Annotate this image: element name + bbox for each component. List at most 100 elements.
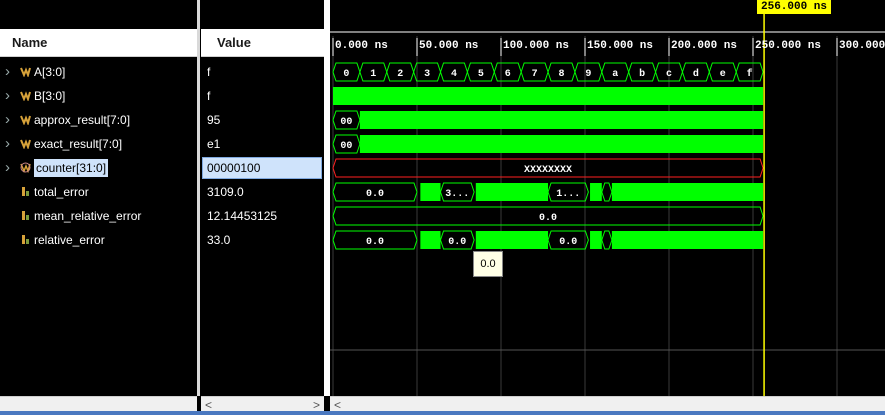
wave-value-label: 0.0 [366,189,384,200]
cursor-time-label: 256.000 ns [757,0,832,14]
signal-name: mean_relative_error [34,209,142,223]
signal-name: total_error [34,185,89,199]
wave-value-label: 00 [340,117,352,128]
wave-fill [359,111,764,129]
signal-row[interactable]: › exact_result[7:0] [0,132,197,156]
wave-fill [475,183,549,201]
bus-icon [20,91,31,101]
real-signal-icon [22,211,29,220]
signal-row[interactable]: › approx_result[7:0] [0,108,197,132]
signal-row[interactable]: total_error [0,180,197,204]
value-row[interactable]: 00000100 [201,156,324,180]
wave-value-label: 7 [532,69,538,80]
time-tick-label: 250.000 ns [755,40,822,52]
bus-segment [601,182,613,202]
counter-x-label: XXXXXXXX [524,165,572,176]
waveform-svg: 0 1 2 3 4 5 6 7 8 9 a b c d e f 00 00 XXXXXXXX 0.0 3... 1... 0… [330,0,885,396]
wave-value-label: 2 [397,69,403,80]
real-signal-icon [22,235,29,244]
wave-value-label: 1 [370,69,376,80]
value-row[interactable]: f [201,84,324,108]
wave-fill [359,135,764,153]
signal-name: B[3:0] [34,89,66,103]
scroll-left-arrow[interactable]: < [205,398,212,412]
wave-value-label: e [720,69,726,80]
signal-row[interactable]: mean_relative_error [0,204,197,228]
wave-value-label: 6 [505,69,511,80]
wave-value-label: 0.0 [559,237,577,248]
wave-value-label: 0.0 [448,237,466,248]
wave-fill [590,183,602,201]
signal-value: 33.0 [207,233,231,247]
wave-value-label: 5 [478,69,484,80]
signal-name: exact_result[7:0] [34,137,123,151]
bus-icon [20,162,31,173]
wave-fill [611,183,764,201]
bus-icon [20,67,31,77]
signal-name: A[3:0] [34,65,66,79]
signal-name-panel: Name › A[3:0] › B[3:0] › approx_result[7:0] › e… [0,0,197,414]
wave-fill [611,231,764,249]
expand-chevron-icon[interactable]: › [5,156,10,180]
wave-fill [590,231,602,249]
wave-value-label: 4 [451,69,457,80]
wave-value-label: 8 [558,69,564,80]
value-row[interactable]: 3109.0 [201,180,324,204]
signal-value: e1 [207,137,221,151]
signal-value: 3109.0 [207,185,244,199]
wave-fill [420,231,441,249]
value-row[interactable]: 95 [201,108,324,132]
signal-name: relative_error [34,233,105,247]
expand-chevron-icon[interactable]: › [5,84,10,108]
wave-value-label: f [747,68,753,80]
value-row[interactable]: f [201,60,324,84]
wave-value-label: 3 [424,69,430,80]
expand-chevron-icon[interactable]: › [5,108,10,132]
wave-fill [420,183,441,201]
value-tooltip: 0.0 [473,251,503,277]
expand-chevron-icon[interactable]: › [5,60,10,84]
value-column-header[interactable]: Value [201,29,324,57]
waveform-canvas[interactable]: 0 1 2 3 4 5 6 7 8 9 a b c d e f 00 00 XXXXXXXX 0.0 3... 1... 0… [330,0,885,396]
signal-row[interactable]: › A[3:0] [0,60,197,84]
name-value-divider[interactable] [197,0,200,396]
value-row[interactable]: e1 [201,132,324,156]
wave-value-label: b [639,68,645,80]
signal-name: approx_result[7:0] [34,113,131,127]
signal-value: f [207,65,211,79]
signal-value: 95 [207,113,221,127]
signal-value: f [207,89,211,103]
value-row[interactable]: 12.14453125 [201,204,324,228]
wave-value-label: 1... [556,189,580,200]
wave-value-label: a [612,69,618,80]
signal-name: counter[31:0] [34,159,109,177]
status-strip [0,411,885,415]
signal-value: 00000100 [207,161,261,175]
wave-value-label: 9 [585,69,591,80]
name-column-header[interactable]: Name [0,29,197,57]
signal-row[interactable]: relative_error [0,228,197,252]
wave-fill [333,87,764,105]
bus-icon [20,115,31,125]
time-tick-label: 50.000 ns [419,40,479,52]
time-tick-label: 150.000 ns [587,40,654,52]
time-tick-label: 100.000 ns [503,40,570,52]
bus-segment [601,230,613,250]
value-row[interactable]: 33.0 [201,228,324,252]
wave-scroll-left-arrow[interactable]: < [334,398,341,412]
wave-value-label: c [666,69,672,80]
time-tick-label: 200.000 ns [671,40,738,52]
time-tick-label: 300.000 [839,40,885,52]
expand-chevron-icon[interactable]: › [5,132,10,156]
time-tick-label: 0.000 ns [335,40,388,52]
wave-value-label: d [693,68,699,80]
signal-row[interactable]: › B[3:0] [0,84,197,108]
signal-row[interactable]: › counter[31:0] [0,156,197,180]
bus-icon [20,139,31,149]
signal-value: 12.14453125 [207,209,278,223]
wave-value-label: 00 [340,141,352,152]
scroll-right-arrow[interactable]: > [313,398,320,412]
wave-value-label: 0.0 [366,237,384,248]
real-signal-icon [22,187,29,196]
wave-value-label: 3... [445,189,469,200]
